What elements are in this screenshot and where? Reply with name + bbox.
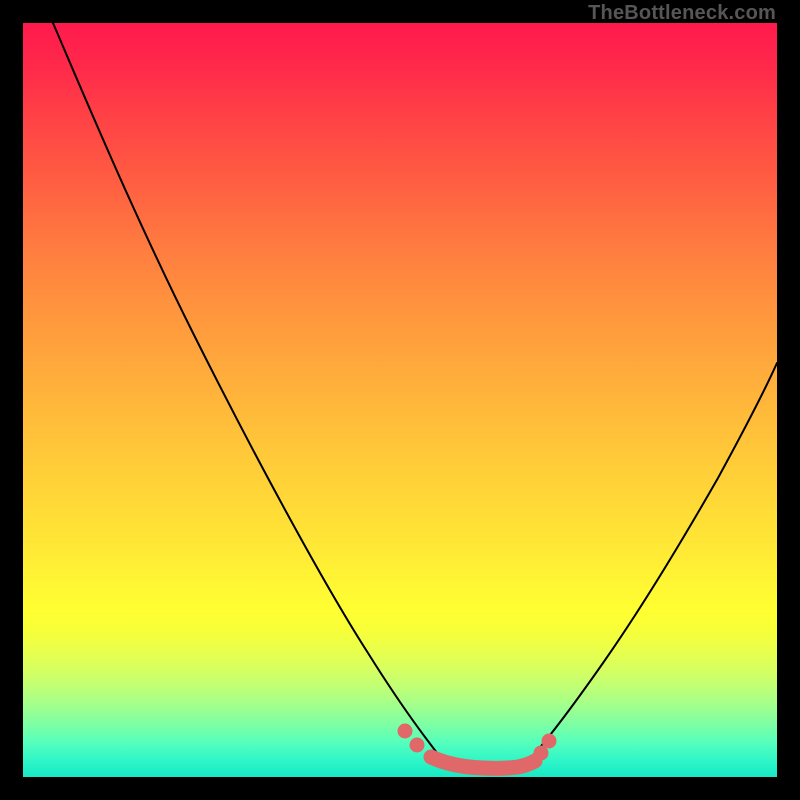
left-curve [53, 23, 443, 761]
highlight-flat [431, 757, 535, 768]
plot-area [23, 23, 777, 777]
highlight-dot [542, 734, 557, 749]
highlight-dot [398, 724, 413, 739]
right-curve [528, 363, 777, 761]
highlight-dot [410, 738, 425, 753]
chart-svg [23, 23, 777, 777]
watermark-text: TheBottleneck.com [588, 2, 776, 25]
chart-frame: TheBottleneck.com [0, 0, 800, 800]
